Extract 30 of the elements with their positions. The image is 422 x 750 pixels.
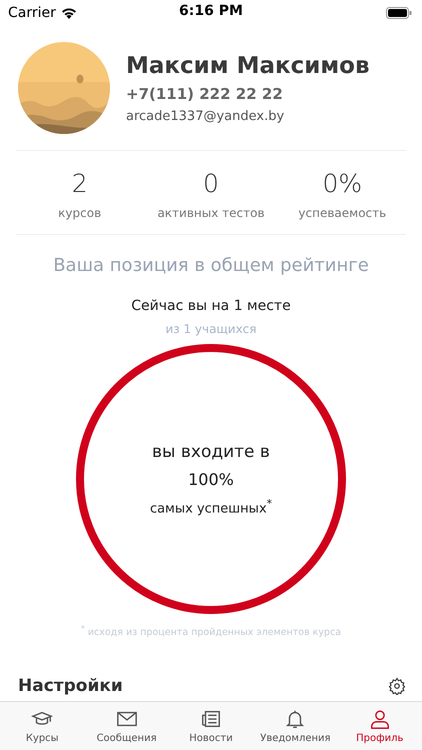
ring-text: самых успешных$^{*}$ (150, 496, 272, 516)
stat-label: курсов (58, 206, 102, 220)
newspaper-icon (200, 708, 222, 730)
tab-bar-item[interactable]: Профиль (338, 702, 422, 750)
stat-value: 0 (203, 169, 219, 198)
rating-total: из 1 учащихся (165, 322, 256, 336)
tab-bar-item[interactable]: Сообщения (84, 702, 169, 750)
email-address: arcade1337@yandex.by (126, 108, 286, 124)
ring-percent: 100% (188, 470, 234, 489)
phone-number: +7(111) 222 22 22 (126, 84, 284, 102)
settings-icon[interactable] (388, 677, 406, 696)
footnote: $^{*}$ исходя из процента пройденных элементов курса (80, 624, 342, 638)
rating-position: Сейчас вы на 1 месте (131, 298, 291, 314)
tab-bar-item[interactable]: Уведомления (253, 702, 338, 750)
user-icon (368, 708, 391, 730)
ring-text: вы входите в (152, 442, 270, 462)
stat-value: 0% (322, 169, 362, 198)
wifi-icon (60, 7, 77, 19)
battery-icon (386, 7, 412, 19)
tab-bar-item[interactable]: Курсы (0, 702, 84, 750)
stat-label: активных тестов (157, 206, 265, 220)
user-name: Максим Максимов (126, 52, 370, 78)
rating-title: Ваша позиция в общем рейтинге (53, 255, 369, 276)
settings-title: Настройки (18, 676, 123, 696)
bell-icon (284, 708, 306, 730)
status-time: 6:16 PM (179, 3, 243, 19)
stat-value: 2 (72, 169, 88, 198)
tab-bar-item[interactable]: Новости (168, 702, 254, 750)
stat-label: успеваемость (298, 206, 386, 220)
carrier-label: Carrier (8, 5, 56, 21)
